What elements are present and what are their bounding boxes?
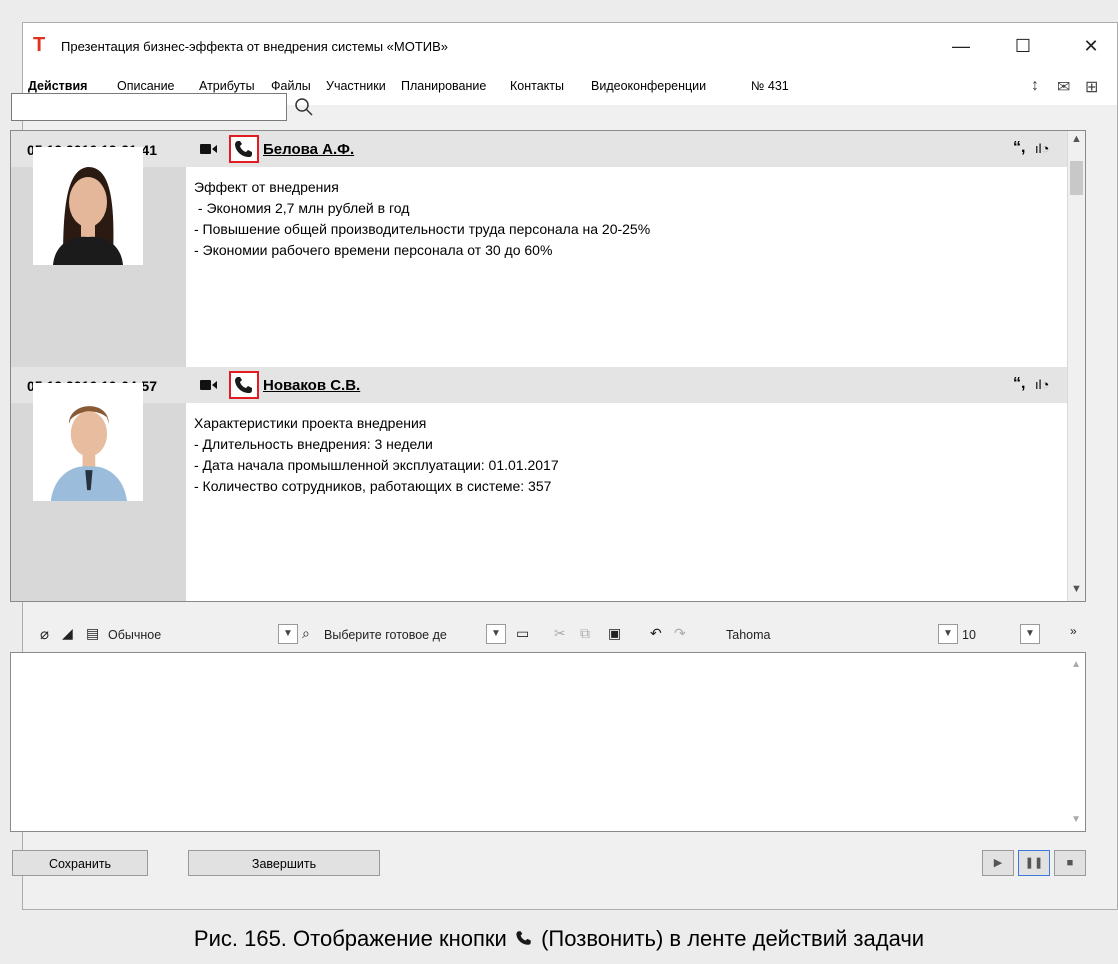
copy-icon[interactable]: ⧉ (580, 625, 590, 642)
call-button[interactable] (229, 371, 259, 399)
entry-header: 05.12.2016 10:04:57 Новаков С.В. “, ıl◔ (11, 367, 1067, 403)
feed-scrollbar[interactable]: ▲ ▼ (1068, 131, 1085, 601)
tab-participants[interactable]: Участники (326, 79, 386, 93)
priority-arrow-icon[interactable]: ↕ (1031, 77, 1039, 95)
author-link[interactable]: Новаков С.В. (263, 377, 360, 394)
template-select[interactable]: Выберите готовое де (324, 628, 447, 642)
video-camera-icon[interactable] (200, 143, 218, 155)
search-input[interactable] (11, 93, 287, 121)
entry-text: Эффект от внедрения - Экономия 2,7 млн р… (194, 179, 651, 258)
action-feed: Эффект от внедрения - Экономия 2,7 млн р… (10, 130, 1086, 602)
size-select[interactable]: 10 (962, 628, 976, 642)
quote-icon[interactable]: “, (1013, 375, 1025, 393)
scroll-thumb[interactable] (1070, 161, 1083, 195)
hierarchy-icon[interactable]: ⊞ (1085, 77, 1098, 97)
template-icon[interactable]: ⌕ (302, 625, 310, 642)
editor-toolbar: ⌀ ◢ ▤ Обычное ▼ ⌕ Выберите готовое де ▼ … (10, 620, 1086, 650)
tab-videoconferences[interactable]: Видеоконференции (591, 79, 706, 93)
tab-files[interactable]: Файлы (271, 79, 311, 93)
play-button[interactable]: ▶ (982, 850, 1014, 876)
font-dropdown-button[interactable]: ▼ (938, 624, 958, 644)
task-number: № 431 (751, 79, 789, 93)
phone-icon (516, 931, 531, 945)
phone-icon (235, 141, 252, 157)
tab-attributes[interactable]: Атрибуты (199, 79, 255, 93)
read-status-icon[interactable]: ıl◔ (1035, 377, 1049, 392)
attach-icon[interactable]: ⌀ (40, 625, 49, 643)
avatar (33, 383, 143, 501)
editor-scroll-up[interactable]: ▲ (1071, 659, 1081, 670)
tab-actions[interactable]: Действия (28, 79, 87, 93)
title-bar: Т Презентация бизнес-эффекта от внедрени… (23, 23, 1117, 69)
video-camera-icon[interactable] (200, 379, 218, 391)
stop-button[interactable]: ■ (1054, 850, 1086, 876)
caption-text-after: (Позвонить) в ленте действий задачи (541, 926, 925, 951)
finish-button[interactable]: Завершить (188, 850, 380, 876)
scroll-down-arrow[interactable]: ▼ (1068, 583, 1085, 595)
save-button[interactable]: Сохранить (12, 850, 148, 876)
document-icon[interactable]: ▤ (86, 625, 99, 642)
entry-header: 05.12.2016 12:21:41 Белова А.Ф. “, ıl◔ (11, 131, 1067, 167)
minimize-button[interactable]: — (939, 29, 983, 63)
figure-caption: Рис. 165. Отображение кнопки (Позвонить)… (0, 914, 1118, 964)
tab-planning[interactable]: Планирование (401, 79, 486, 93)
phone-icon (235, 377, 252, 393)
author-link[interactable]: Белова А.Ф. (263, 141, 354, 158)
more-icon[interactable]: » (1070, 624, 1077, 638)
maximize-button[interactable]: ☐ (1001, 29, 1045, 63)
editor-scroll-down[interactable]: ▼ (1071, 814, 1081, 825)
scroll-up-arrow[interactable]: ▲ (1068, 133, 1085, 145)
feed-entry: Эффект от внедрения - Экономия 2,7 млн р… (11, 131, 1067, 367)
app-logo-icon: Т (33, 34, 46, 56)
tab-contacts[interactable]: Контакты (510, 79, 564, 93)
message-editor[interactable]: ▲ ▼ (10, 652, 1086, 832)
size-dropdown-button[interactable]: ▼ (1020, 624, 1040, 644)
entry-text: Характеристики проекта внедрения - Длите… (194, 415, 559, 494)
style-select[interactable]: Обычное (108, 628, 161, 642)
window-title: Презентация бизнес-эффекта от внедрения … (61, 39, 449, 54)
feed-entry: Характеристики проекта внедрения - Длите… (11, 367, 1067, 601)
font-select[interactable]: Tahoma (726, 628, 770, 642)
redo-icon[interactable]: ↷ (674, 625, 686, 642)
search-icon[interactable] (290, 93, 318, 121)
tab-description[interactable]: Описание (117, 79, 175, 93)
mail-icon[interactable]: ✉ (1057, 77, 1070, 97)
undo-icon[interactable]: ↶ (650, 625, 662, 642)
close-button[interactable]: ✕ (1069, 29, 1113, 63)
paste-icon[interactable]: ▣ (608, 625, 621, 642)
call-button[interactable] (229, 135, 259, 163)
entry-body: Характеристики проекта внедрения - Длите… (186, 403, 1067, 601)
style-dropdown-button[interactable]: ▼ (278, 624, 298, 644)
read-status-icon[interactable]: ıl◔ (1035, 141, 1049, 156)
quote-icon[interactable]: “, (1013, 139, 1025, 157)
pause-button[interactable]: ❚❚ (1018, 850, 1050, 876)
caption-text-before: Рис. 165. Отображение кнопки (193, 926, 507, 951)
cut-icon[interactable]: ✂ (554, 625, 566, 642)
signature-icon[interactable]: ◢ (62, 625, 73, 642)
avatar (33, 147, 143, 265)
new-document-icon[interactable]: ▭ (516, 625, 529, 642)
entry-body: Эффект от внедрения - Экономия 2,7 млн р… (186, 167, 1067, 367)
template-dropdown-button[interactable]: ▼ (486, 624, 506, 644)
